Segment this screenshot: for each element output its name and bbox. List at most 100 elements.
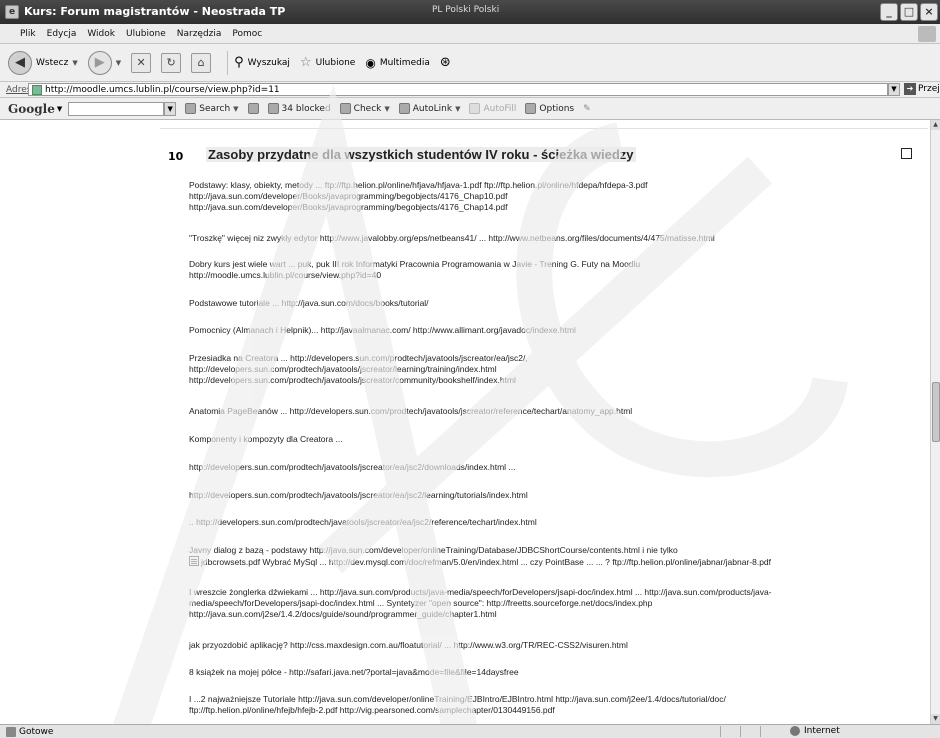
address-label: Adres: [6, 84, 32, 95]
entry-line[interactable]: ftp://ftp.helion.pl/online/hfejb/hfejb-2…: [189, 705, 726, 716]
entry-line[interactable]: "Troszkę" więcej niz zwykły edytor http:…: [189, 233, 715, 244]
minimize-button[interactable]: _: [880, 3, 898, 21]
menu-bar: Plik Edycja Widok Ulubione Narzędzia Pom…: [0, 24, 940, 44]
options-icon: [525, 103, 537, 114]
page-status-icon: [6, 726, 16, 737]
entry-line[interactable]: http://java.sun.com/developer/Books/java…: [189, 191, 648, 202]
list-item: Pomocnicy (Almanach i Helpnik)... http:/…: [189, 325, 576, 336]
menu-file[interactable]: Plik: [20, 29, 36, 39]
address-input[interactable]: http://moodle.umcs.lublin.pl/course/view…: [28, 83, 888, 96]
forward-button[interactable]: ▶ ▼: [87, 50, 121, 75]
back-dropdown-icon[interactable]: ▼: [72, 59, 77, 67]
home-icon[interactable]: ⌂: [191, 52, 212, 73]
section-number: 10: [168, 150, 184, 163]
entry-line[interactable]: http://java.sun.com/developer/Books/java…: [189, 202, 648, 213]
list-item: jak przyozdobić aplikację? http://css.ma…: [189, 640, 628, 651]
address-bar: Adres http://moodle.umcs.lublin.pl/cours…: [0, 82, 940, 98]
history-icon: ⊛: [439, 55, 451, 70]
go-button[interactable]: ➔ Przejdź: [904, 83, 940, 95]
autolink-dropdown-icon[interactable]: ▼: [455, 105, 460, 113]
title-bar: e Kurs: Forum magistrantów - Neostrada T…: [0, 0, 940, 24]
stop-icon[interactable]: ✕: [131, 52, 152, 73]
entry-line[interactable]: Pomocnicy (Almanach i Helpnik)... http:/…: [189, 325, 576, 336]
autolink-icon: [398, 103, 410, 114]
highlighter-button[interactable]: ✎: [583, 104, 591, 114]
entry-line[interactable]: Podstawowe tutoriale ... http://java.sun…: [189, 298, 429, 309]
entry-line[interactable]: I wreszcie żonglerka dźwiekami ... http:…: [189, 587, 772, 598]
popup-blocker-button[interactable]: 34 blocked: [267, 103, 331, 114]
page-icon: [32, 84, 42, 95]
section-highlight-checkbox[interactable]: [901, 148, 912, 159]
entry-line[interactable]: Javny dialog z bazą - podstawy http://ja…: [189, 545, 771, 556]
security-zone[interactable]: Internet: [790, 726, 840, 736]
entry-line[interactable]: http://developers.sun.com/prodtech/javat…: [189, 462, 515, 473]
options-label: Options: [539, 103, 575, 114]
options-button[interactable]: Options: [525, 103, 574, 114]
google-search-label: Search: [199, 103, 231, 114]
pagerank-button[interactable]: [247, 103, 259, 114]
scroll-thumb[interactable]: [932, 382, 940, 442]
back-button[interactable]: ◀ Wstecz ▼: [8, 50, 78, 75]
star-icon: ☆: [299, 55, 312, 70]
entry-line[interactable]: http://developers.sun.com/prodtech/javat…: [189, 364, 528, 375]
google-menu-dropdown-icon[interactable]: ▼: [57, 105, 62, 113]
browser-icon: e: [5, 5, 19, 19]
language-indicator[interactable]: PL Polski Polski: [432, 5, 499, 15]
pagerank-icon: [247, 103, 259, 114]
entry-line[interactable]: jdbcrowsets.pdf Wybrać MySql ... http://…: [201, 557, 771, 567]
entry-line[interactable]: Przesiadka na Creatora ... http://develo…: [189, 353, 528, 364]
favorites-button[interactable]: ☆ Ulubione: [300, 55, 355, 70]
entry-line[interactable]: http://java.sun.com/j2se/1.4.2/docs/guid…: [189, 609, 772, 620]
status-bar: Gotowe Internet: [0, 724, 940, 738]
autolink-button[interactable]: AutoLink ▼: [398, 103, 460, 114]
forward-dropdown-icon[interactable]: ▼: [116, 59, 121, 67]
status-text: Gotowe: [19, 726, 54, 737]
google-search-dropdown-icon[interactable]: ▼: [164, 101, 177, 116]
maximize-button[interactable]: □: [900, 3, 918, 21]
autofill-button[interactable]: AutoFill: [469, 103, 516, 114]
entry-line[interactable]: http://developers.sun.com/prodtech/javat…: [189, 490, 528, 501]
menu-tools[interactable]: Narzędzia: [177, 29, 222, 39]
go-arrow-icon: ➔: [904, 83, 916, 95]
entry-line[interactable]: jak przyozdobić aplikację? http://css.ma…: [189, 640, 628, 651]
check-dropdown-icon[interactable]: ▼: [384, 105, 389, 113]
search-button[interactable]: ⚲ Wyszukaj: [234, 55, 290, 70]
windows-logo-icon: [918, 26, 936, 42]
entry-line[interactable]: Dobry kurs jest wiele wart ... puk, puk …: [189, 259, 640, 270]
spellcheck-button[interactable]: Check ▼: [339, 103, 390, 114]
address-dropdown-icon[interactable]: ▼: [888, 83, 900, 96]
scroll-up-icon[interactable]: ▲: [931, 120, 940, 130]
menu-help[interactable]: Pomoc: [232, 29, 262, 39]
entry-line[interactable]: Anatomia PageBeanów ... http://developer…: [189, 406, 632, 417]
list-item: Anatomia PageBeanów ... http://developer…: [189, 406, 632, 417]
list-item: .. http://developers.sun.com/prodtech/ja…: [189, 517, 537, 528]
google-logo[interactable]: Google: [8, 102, 55, 116]
entry-line[interactable]: I ...2 najważniejsze Tutoriale http://ja…: [189, 694, 726, 705]
scroll-down-icon[interactable]: ▼: [931, 714, 940, 724]
vertical-scrollbar[interactable]: ▲ ▼: [930, 120, 940, 724]
refresh-icon[interactable]: ↻: [161, 52, 182, 73]
entry-line[interactable]: http://developers.sun.com/prodtech/javat…: [189, 375, 528, 386]
back-arrow-icon: ◀: [8, 50, 32, 75]
entry-line[interactable]: .. http://developers.sun.com/prodtech/ja…: [189, 517, 537, 528]
close-button[interactable]: ×: [920, 3, 938, 21]
blocked-count: 34 blocked: [281, 103, 331, 114]
list-item: I wreszcie żonglerka dźwiekami ... http:…: [189, 587, 772, 620]
toolbar-divider: [227, 50, 229, 75]
google-search-input[interactable]: [68, 101, 165, 116]
entry-line[interactable]: Podstawy: klasy, obiekty, metody ... ftp…: [189, 180, 648, 191]
menu-view[interactable]: Widok: [87, 29, 115, 39]
google-search-options-icon[interactable]: ▼: [233, 105, 238, 113]
favorites-label: Ulubione: [315, 57, 356, 68]
entry-line[interactable]: 8 książek na mojej półce - http://safari…: [189, 667, 519, 678]
menu-favorites[interactable]: Ulubione: [126, 29, 166, 39]
google-search-button[interactable]: Search ▼: [185, 103, 239, 114]
entry-line[interactable]: http://moodle.umcs.lublin.pl/course/view…: [189, 270, 640, 281]
history-button[interactable]: ⊛: [440, 55, 451, 70]
pdf-file-icon[interactable]: [189, 556, 199, 566]
autofill-label: AutoFill: [483, 103, 517, 114]
menu-edit[interactable]: Edycja: [47, 29, 77, 39]
entry-line[interactable]: media/speech/forDevelopers/jsapi-doc/ind…: [189, 598, 772, 609]
list-item: "Troszkę" więcej niz zwykły edytor http:…: [189, 233, 715, 244]
multimedia-button[interactable]: ◉ Multimedia: [365, 56, 430, 70]
